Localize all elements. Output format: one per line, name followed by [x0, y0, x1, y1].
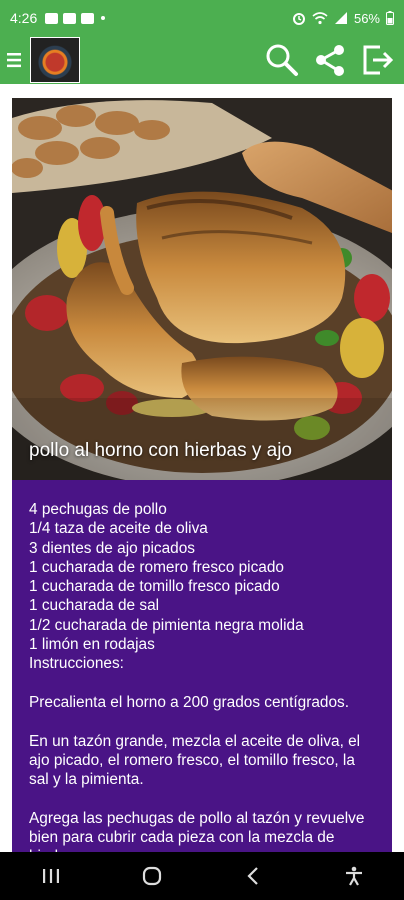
recipe-line: 1 cucharada de tomillo fresco picado: [29, 578, 280, 596]
menu-button[interactable]: [0, 36, 28, 84]
status-bar: 4:26 56%: [0, 0, 404, 36]
recipe-spacer: [29, 789, 375, 808]
recipe-line: 1 cucharada de sal: [29, 597, 160, 615]
notification-icons: [45, 12, 106, 24]
recipe-line: 1 limón en rodajas: [29, 636, 155, 654]
recipe-line: 1/2 cucharada de pimienta negra molida: [29, 616, 304, 634]
search-icon: [266, 44, 298, 76]
battery-percent: 56%: [353, 10, 380, 26]
share-icon: [316, 45, 344, 76]
system-nav-bar: [0, 852, 404, 900]
battery-icon: [386, 11, 394, 25]
recipe-line: 3 dientes de ajo picados: [29, 539, 195, 557]
home-icon: [142, 866, 161, 886]
recipe-line: Precalienta el horno a 200 grados centíg…: [29, 693, 349, 711]
recipe-spacer: [29, 712, 375, 731]
home-button[interactable]: [122, 852, 182, 900]
recipe-spacer: [29, 674, 375, 693]
accessibility-button[interactable]: [324, 852, 384, 900]
recipe-content[interactable]: pollo al horno con hierbas y ajo 4 pechu…: [12, 98, 392, 852]
gallery-icon: [45, 12, 59, 24]
signal-icon: [334, 12, 347, 24]
search-button[interactable]: [260, 36, 304, 84]
recipe-line: 1 cucharada de romero fresco picado: [29, 558, 284, 576]
recents-icon: [42, 869, 59, 883]
accessibility-icon: [345, 866, 362, 886]
youtube-icon: [81, 12, 95, 24]
recipe-image: pollo al horno con hierbas y ajo: [12, 98, 392, 480]
menu-icon: [7, 53, 21, 68]
recipe-line: Agrega las pechugas de pollo al tazón y …: [29, 809, 365, 852]
dot-icon: [101, 16, 106, 20]
share-button[interactable]: [308, 36, 352, 84]
alarm-icon: [292, 13, 305, 25]
recipe-line: Instrucciones:: [29, 655, 124, 673]
recipe-text-panel: 4 pechugas de pollo 1/4 taza de aceite de…: [12, 480, 392, 852]
roast-chicken-photo: [12, 98, 392, 480]
back-button[interactable]: [223, 852, 283, 900]
app-logo[interactable]: [30, 37, 80, 83]
wifi-icon: [312, 12, 328, 25]
app-toolbar: [0, 36, 404, 84]
back-icon: [246, 867, 258, 885]
exit-button[interactable]: [356, 36, 400, 84]
recents-button[interactable]: [21, 852, 81, 900]
recipe-title: pollo al horno con hierbas y ajo: [29, 440, 293, 461]
status-time: 4:26: [10, 10, 38, 26]
recipe-line: En un tazón grande, mezcla el aceite de …: [29, 732, 365, 789]
youtube-icon: [63, 12, 77, 24]
recipe-line: 4 pechugas de pollo: [29, 501, 167, 518]
exit-icon: [363, 45, 394, 75]
recipe-line: 1/4 taza de aceite de oliva: [29, 520, 208, 538]
